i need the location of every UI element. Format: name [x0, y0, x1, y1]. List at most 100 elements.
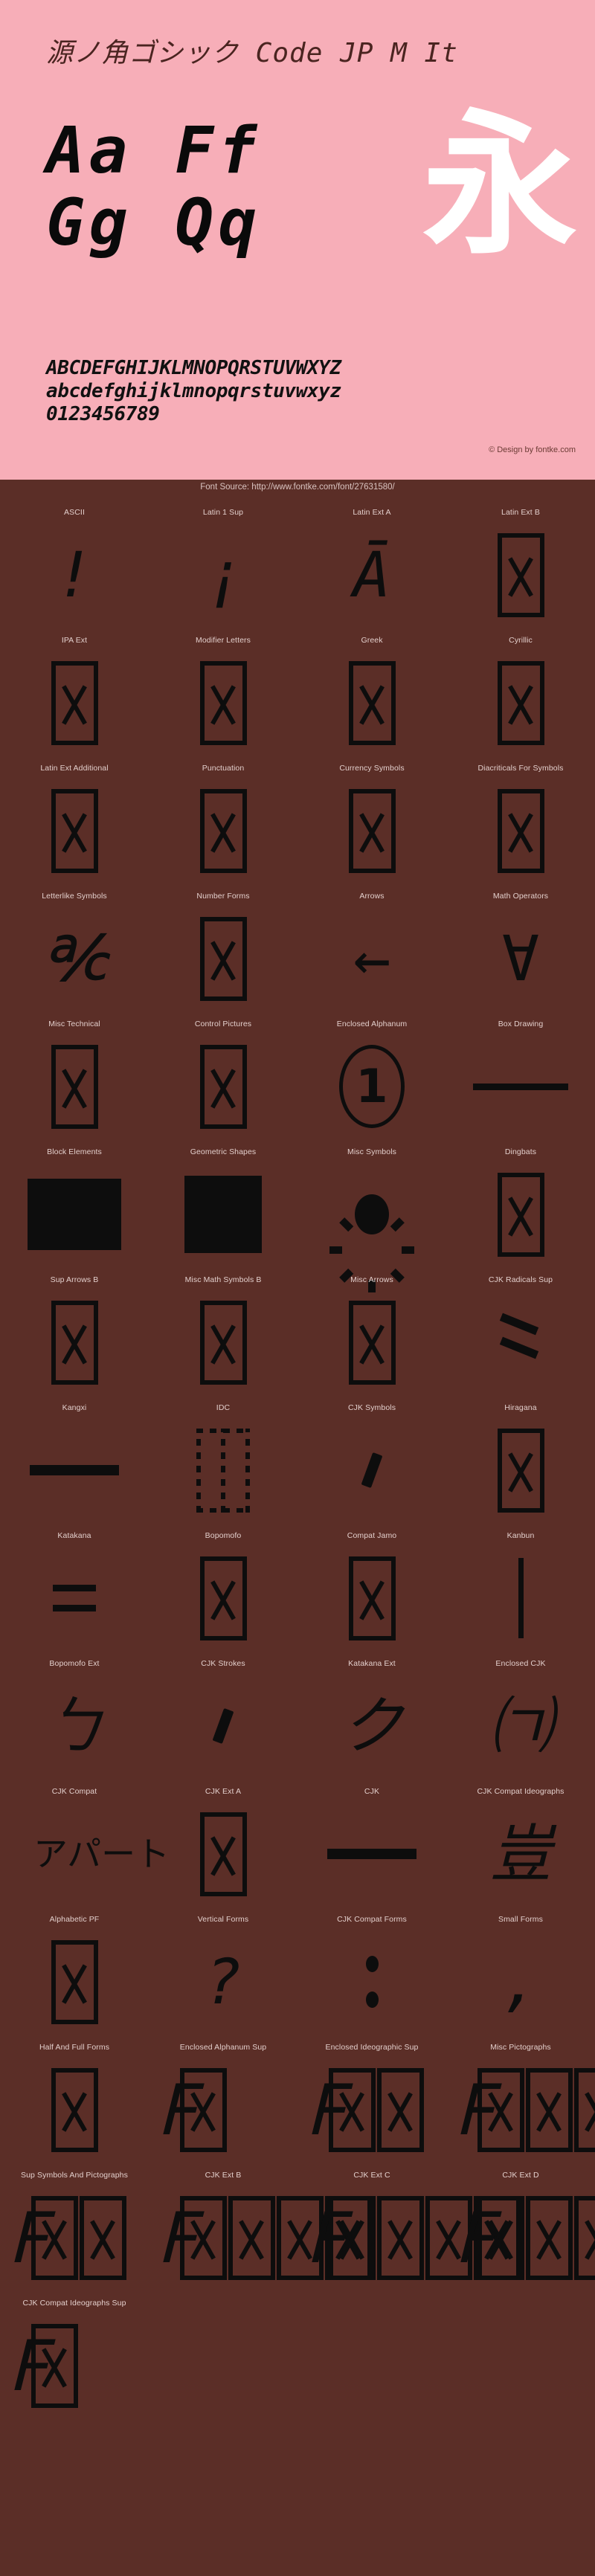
glyph-block-cell: CJK Ext B 𝈓 — [149, 2163, 372, 2291]
glyph-sample — [446, 1165, 595, 1263]
glyph-block-label: Enclosed CJK — [495, 1659, 546, 1668]
glyph-block-label: Half And Full Forms — [39, 2043, 110, 2052]
glyph-block-cell: Modifier Letters — [149, 628, 298, 756]
glyph-block-cell: Letterlike Symbols ℀ — [0, 884, 149, 1012]
tofu-glyph — [51, 1300, 98, 1385]
glyph-sample — [298, 1165, 446, 1292]
glyph-sample — [149, 654, 298, 752]
tofu-glyph — [497, 532, 544, 617]
glyph-block-cell: Alphabetic PF — [0, 1907, 149, 2035]
page-title: 源ノ角ゴシック Code JP M It — [46, 38, 458, 68]
overflow-glyph-row: 𝈓 — [7, 2195, 128, 2280]
glyph-block-label: ASCII — [64, 508, 85, 517]
glyph-block-cell: CJK Ext D 𝈓 — [446, 2163, 595, 2291]
glyph-block-cell: Number Forms — [149, 884, 298, 1012]
tofu-glyph — [228, 2195, 275, 2280]
glyph-block-cell: CJK Symbols — [298, 1396, 446, 1524]
glyph-block-label: Compat Jamo — [347, 1531, 397, 1540]
glyph-block-label: Latin 1 Sup — [202, 508, 244, 517]
glyph-sample — [149, 782, 298, 880]
tofu-glyph — [199, 1300, 247, 1385]
glyph-sample: 𝈓 — [446, 2189, 595, 2287]
glyph-block-label: Punctuation — [202, 764, 245, 773]
glyph-block-label: Misc Symbols — [347, 1147, 396, 1156]
font-specimen-page: 源ノ角ゴシック Code JP M It Aa Ff Gg Qq 永 ABCDE… — [0, 0, 595, 2576]
glyph-sample: 𝈓 — [446, 2061, 595, 2159]
geometric-square-glyph — [184, 1176, 262, 1253]
glyph-block-cell: IDC — [149, 1396, 298, 1524]
tofu-glyph — [328, 2067, 376, 2152]
box-drawing-line-glyph — [473, 1083, 568, 1090]
tofu-glyph — [199, 1556, 247, 1640]
overflow-glyph-row: 𝈓 — [454, 2195, 595, 2280]
glyph-block-label: CJK Radicals Sup — [488, 1275, 553, 1284]
lowercase-alphabet: abcdefghijklmnopqrstuvwxyz — [46, 380, 341, 402]
glyph-block-label: Misc Technical — [48, 1020, 100, 1028]
glyph-block-label: Enclosed Alphanum Sup — [179, 2043, 267, 2052]
tofu-glyph — [199, 788, 247, 873]
glyph-block-label: Cyrillic — [509, 636, 533, 645]
glyph-block-label: CJK Ext C — [353, 2171, 390, 2180]
tofu-glyph — [348, 1556, 396, 1640]
block-element-glyph — [28, 1179, 121, 1250]
fullwidth-colon-glyph — [365, 1956, 379, 2008]
tofu-glyph — [199, 1044, 247, 1129]
glyph-block-cell: Block Elements — [0, 1140, 149, 1268]
glyph-sample — [0, 1037, 149, 1136]
glyph-block-label: IPA Ext — [61, 636, 88, 645]
glyph-block-label: Vertical Forms — [197, 1915, 249, 1924]
horizontal-stroke-glyph — [327, 1849, 416, 1859]
glyph-block-label: CJK — [364, 1787, 380, 1796]
tofu-glyph — [497, 660, 544, 745]
glyph-sample — [298, 1805, 446, 1903]
glyph-block-label: CJK Compat Ideographs Sup — [22, 2299, 126, 2308]
glyph-block-cell: Misc Technical — [0, 1012, 149, 1140]
glyph-block-cell: Katakana — [0, 1524, 149, 1652]
tofu-glyph — [376, 2067, 424, 2152]
glyph-block-cell: Bopomofo — [149, 1524, 298, 1652]
glyph-block-cell: Enclosed Ideographic Sup 𝈓 — [298, 2035, 446, 2163]
glyph-sample — [0, 654, 149, 752]
glyph-sample: ← — [353, 922, 391, 995]
glyph-block-label: Bopomofo Ext — [49, 1659, 100, 1668]
glyph-block-cell: Sup Arrows B — [0, 1268, 149, 1396]
cjk-compat-stack-glyph: アパート — [33, 1833, 170, 1874]
tofu-glyph — [348, 660, 396, 745]
glyph-block-label: CJK Symbols — [347, 1403, 396, 1412]
glyph-sample — [0, 1421, 149, 1519]
glyph-block-cell: Currency Symbols — [298, 756, 446, 884]
glyph-sample — [0, 782, 149, 880]
glyph-block-label: Hiragana — [504, 1403, 537, 1412]
glyph-block-label: Control Pictures — [194, 1020, 252, 1028]
glyph-block-cell: Misc Arrows — [298, 1268, 446, 1396]
glyph-sample: 𝈓 — [298, 2189, 521, 2287]
glyph-sample — [446, 1549, 595, 1647]
glyph-block-cell: CJK Compat Forms — [298, 1907, 446, 2035]
alphabet-sample-block: ABCDEFGHIJKLMNOPQRSTUVWXYZ abcdefghijklm… — [46, 357, 341, 426]
glyph-block-label: CJK Compat Forms — [337, 1915, 407, 1924]
glyph-block-cell: Latin Ext A Ā — [298, 500, 446, 628]
glyph-sample — [149, 1677, 298, 1775]
glyph-block-cell: CJK Compat Ideographs Sup 𝈓 — [0, 2291, 149, 2419]
glyph-block-label: Number Forms — [196, 892, 250, 901]
glyph-block-label: Enclosed Ideographic Sup — [325, 2043, 419, 2052]
tofu-glyph — [497, 1172, 544, 1257]
glyph-block-label: Latin Ext B — [501, 508, 540, 517]
glyph-sample: ㄅ — [42, 1690, 106, 1762]
glyph-block-cell: IPA Ext — [0, 628, 149, 756]
font-source-link[interactable]: Font Source: http://www.fontke.com/font/… — [0, 483, 595, 492]
glyph-block-cell: CJK Radicals Sup — [446, 1268, 595, 1396]
glyph-block-label: Katakana Ext — [348, 1659, 396, 1668]
glyph-block-cell: Half And Full Forms — [0, 2035, 149, 2163]
enclosed-number-glyph: 1 — [339, 1045, 405, 1128]
glyph-block-cell: Bopomofo Ext ㄅ — [0, 1652, 149, 1780]
tofu-glyph — [525, 2067, 573, 2152]
glyph-sample — [0, 1165, 149, 1263]
glyph-block-label: CJK Ext D — [502, 2171, 539, 2180]
diagonal-stroke-glyph — [361, 1452, 383, 1489]
tofu-glyph — [51, 660, 98, 745]
glyph-block-cell: Cyrillic — [446, 628, 595, 756]
tofu-glyph — [51, 788, 98, 873]
tofu-glyph — [328, 2195, 376, 2280]
glyph-sample: 1 — [298, 1037, 446, 1136]
